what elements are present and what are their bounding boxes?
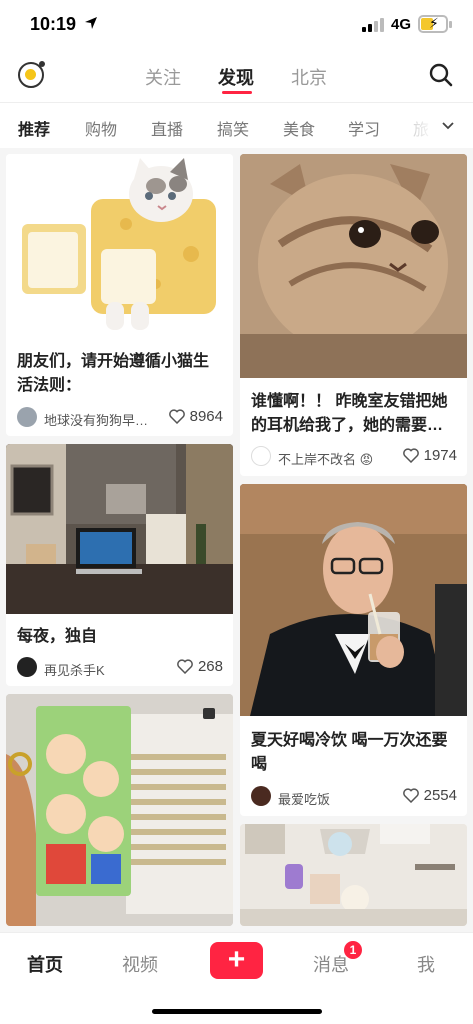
messages-badge: 1 [344,941,362,959]
network-type: 4G [391,16,412,33]
author-name[interactable]: 地球没有狗狗早… [44,410,148,429]
author-name[interactable]: 不上岸不改名 😡 [278,449,373,468]
battery-icon: ⚡ [418,15,452,33]
card-title: 每夜，独自 [17,628,98,645]
cell-signal-icon [362,18,384,32]
card-title: 朋友们，请开始遵循小猫生 活法则： [17,353,210,394]
heart-icon [402,788,419,803]
heart-icon [402,448,419,463]
home-indicator [152,1009,322,1014]
tab-messages[interactable]: 消息 [313,951,349,977]
crayon-shinchan-cards-image [6,694,233,926]
heart-icon [168,409,185,424]
feed-card[interactable] [240,824,467,926]
location-arrow-icon [85,17,97,29]
avatar[interactable] [17,407,37,427]
like-button[interactable]: 2554 [402,787,457,804]
avatar[interactable] [251,786,271,806]
tab-discover[interactable]: 发现 [218,64,254,90]
crying-cat-image [240,154,467,378]
author-name[interactable]: 最爱吃饭 [278,789,330,808]
man-drinking-bubble-tea-image [240,484,467,716]
cat-in-cheese-image [22,158,216,330]
feed-card[interactable]: 夏天好喝冷饮 喝一万次还要 喝 最爱吃饭 2554 [240,484,467,816]
avatar[interactable] [17,657,37,677]
add-post-button[interactable]: + [210,942,263,979]
card-meta: 再见杀手K 268 [17,657,223,679]
card-meta: 地球没有狗狗早… 8964 [17,407,223,429]
active-tab-indicator [222,91,252,94]
card-image [6,154,233,338]
category-study[interactable]: 学习 [348,116,380,140]
author-name[interactable]: 再见杀手K [44,660,105,679]
like-button[interactable]: 8964 [168,408,223,425]
status-time: 10:19 [30,14,77,34]
like-count: 2554 [423,787,457,804]
search-icon[interactable] [429,63,453,87]
feed-card[interactable]: 谁懂啊！！ 昨晚室友错把她 的耳机给我了，她的需要… 不上岸不改名 😡 1974 [240,154,467,476]
category-funny[interactable]: 搞笑 [217,116,249,140]
card-image [6,444,233,614]
like-count: 1974 [423,447,457,464]
feed-card[interactable] [6,694,233,926]
heart-icon [177,659,193,674]
like-count: 268 [197,658,223,675]
camera-logo-icon[interactable] [18,61,45,88]
card-meta: 不上岸不改名 😡 1974 [251,446,457,468]
category-fade [400,103,435,148]
card-title: 夏天好喝冷饮 喝一万次还要 喝 [251,732,448,773]
category-recommend[interactable]: 推荐 [18,116,50,140]
category-food[interactable]: 美食 [283,116,315,140]
feed-card[interactable]: 朋友们，请开始遵循小猫生 活法则： 地球没有狗狗早… 8964 [6,154,233,436]
room-decor-image [240,824,467,926]
card-image [240,824,467,926]
tab-home[interactable]: 首页 [27,951,63,977]
card-meta: 最爱吃饭 2554 [251,786,457,808]
card-image [240,154,467,378]
card-title: 谁懂啊！！ 昨晚室友错把她 的耳机给我了，她的需要… [251,393,448,434]
tab-video[interactable]: 视频 [122,951,158,977]
chevron-down-icon[interactable] [441,119,455,133]
like-button[interactable]: 1974 [402,447,457,464]
like-button[interactable]: 268 [177,658,223,675]
card-image [240,484,467,716]
category-shopping[interactable]: 购物 [85,116,117,140]
tab-local[interactable]: 北京 [291,64,327,90]
category-live[interactable]: 直播 [151,116,183,140]
like-count: 8964 [189,408,223,425]
tab-me[interactable]: 我 [417,951,435,977]
card-image [6,694,233,926]
tab-follow[interactable]: 关注 [145,64,181,90]
top-nav: 关注 发现 北京 [0,50,473,102]
category-bar: 推荐 购物 直播 搞笑 美食 学习 旅 [0,102,473,148]
desk-at-night-image [6,444,233,614]
feed-card[interactable]: 每夜，独自 再见杀手K 268 [6,444,233,686]
avatar[interactable] [251,446,271,466]
status-bar: 10:19 4G ⚡ [0,0,473,50]
